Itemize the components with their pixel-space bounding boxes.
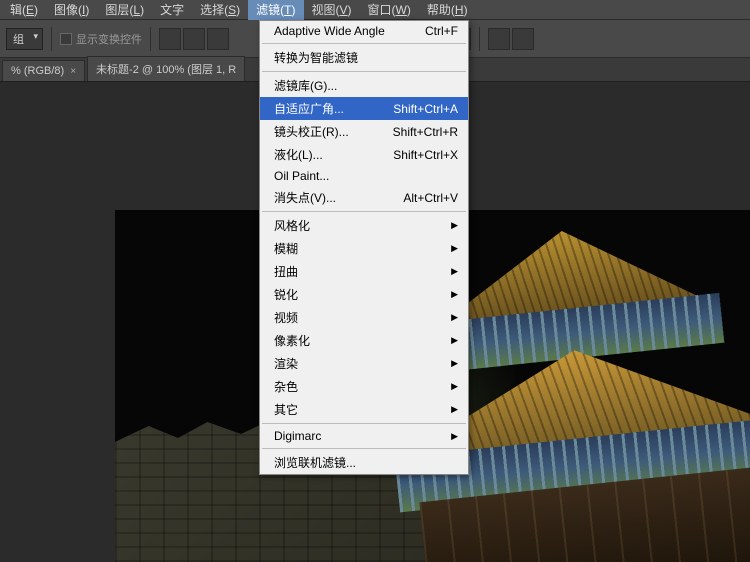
- menu-help[interactable]: 帮助(H): [419, 0, 476, 20]
- chevron-right-icon: ▶: [451, 312, 458, 323]
- chevron-right-icon: ▶: [451, 358, 458, 369]
- menu-item-distort[interactable]: 扭曲▶: [260, 260, 468, 283]
- chevron-right-icon: ▶: [451, 404, 458, 415]
- menu-item-render[interactable]: 渲染▶: [260, 352, 468, 375]
- menu-text[interactable]: 文字: [152, 0, 192, 20]
- menu-separator: [262, 448, 466, 449]
- menu-filter[interactable]: 滤镜(T): [248, 0, 303, 20]
- menu-item-pixelate[interactable]: 像素化▶: [260, 329, 468, 352]
- document-tab[interactable]: % (RGB/8) ×: [2, 60, 85, 81]
- menu-image[interactable]: 图像(I): [46, 0, 97, 20]
- menu-select[interactable]: 选择(S): [192, 0, 248, 20]
- menu-separator: [262, 211, 466, 212]
- menu-item-noise[interactable]: 杂色▶: [260, 375, 468, 398]
- menu-item-other[interactable]: 其它▶: [260, 398, 468, 421]
- divider: [150, 27, 151, 51]
- menu-item-filter-gallery[interactable]: 滤镜库(G)...: [260, 74, 468, 97]
- menu-window[interactable]: 窗口(W): [360, 0, 419, 20]
- show-transform-checkbox[interactable]: 显示变换控件: [60, 31, 142, 47]
- chevron-right-icon: ▶: [451, 335, 458, 346]
- filter-menu-dropdown: Adaptive Wide Angle Ctrl+F 转换为智能滤镜 滤镜库(G…: [259, 20, 469, 475]
- menu-item-oil-paint[interactable]: Oil Paint...: [260, 166, 468, 186]
- chevron-right-icon: ▶: [451, 431, 458, 442]
- align-icon[interactable]: [183, 28, 205, 50]
- document-tab[interactable]: 未标题-2 @ 100% (图层 1, R: [87, 56, 245, 81]
- menu-edit[interactable]: 辑(E): [2, 0, 46, 20]
- menubar: 辑(E) 图像(I) 图层(L) 文字 选择(S) 滤镜(T) 视图(V) 窗口…: [0, 0, 750, 20]
- distribute-icon[interactable]: [512, 28, 534, 50]
- menu-item-lens-correction[interactable]: 镜头校正(R)... Shift+Ctrl+R: [260, 120, 468, 143]
- menu-view[interactable]: 视图(V): [304, 0, 360, 20]
- chevron-right-icon: ▶: [451, 381, 458, 392]
- chevron-right-icon: ▶: [451, 243, 458, 254]
- divider: [51, 27, 52, 51]
- menu-separator: [262, 423, 466, 424]
- menu-item-video[interactable]: 视频▶: [260, 306, 468, 329]
- menu-separator: [262, 71, 466, 72]
- menu-item-browse-online[interactable]: 浏览联机滤镜...: [260, 451, 468, 474]
- close-icon[interactable]: ×: [70, 66, 76, 77]
- chevron-right-icon: ▶: [451, 289, 458, 300]
- align-icon[interactable]: [159, 28, 181, 50]
- menu-layer[interactable]: 图层(L): [97, 0, 152, 20]
- chevron-right-icon: ▶: [451, 220, 458, 231]
- menu-item-stylize[interactable]: 风格化▶: [260, 214, 468, 237]
- checkbox-icon: [60, 33, 72, 45]
- align-icon[interactable]: [207, 28, 229, 50]
- menu-separator: [262, 43, 466, 44]
- tab-label: % (RGB/8): [11, 65, 64, 77]
- chevron-right-icon: ▶: [451, 266, 458, 277]
- menu-item-sharpen[interactable]: 锐化▶: [260, 283, 468, 306]
- menu-item-last-filter[interactable]: Adaptive Wide Angle Ctrl+F: [260, 21, 468, 41]
- align-group-1: [159, 28, 229, 50]
- menu-item-digimarc[interactable]: Digimarc▶: [260, 426, 468, 446]
- menu-item-adaptive-wide-angle[interactable]: 自适应广角... Shift+Ctrl+A: [260, 97, 468, 120]
- menu-item-vanishing-point[interactable]: 消失点(V)... Alt+Ctrl+V: [260, 186, 468, 209]
- checkbox-label: 显示变换控件: [76, 31, 142, 47]
- divider: [479, 27, 480, 51]
- menu-item-convert-smart[interactable]: 转换为智能滤镜: [260, 46, 468, 69]
- group-dropdown[interactable]: 组: [6, 28, 43, 50]
- menu-item-blur[interactable]: 模糊▶: [260, 237, 468, 260]
- menu-item-liquify[interactable]: 液化(L)... Shift+Ctrl+X: [260, 143, 468, 166]
- distribute-icon[interactable]: [488, 28, 510, 50]
- distribute-group: [488, 28, 534, 50]
- tab-label: 未标题-2 @ 100% (图层 1, R: [96, 61, 236, 77]
